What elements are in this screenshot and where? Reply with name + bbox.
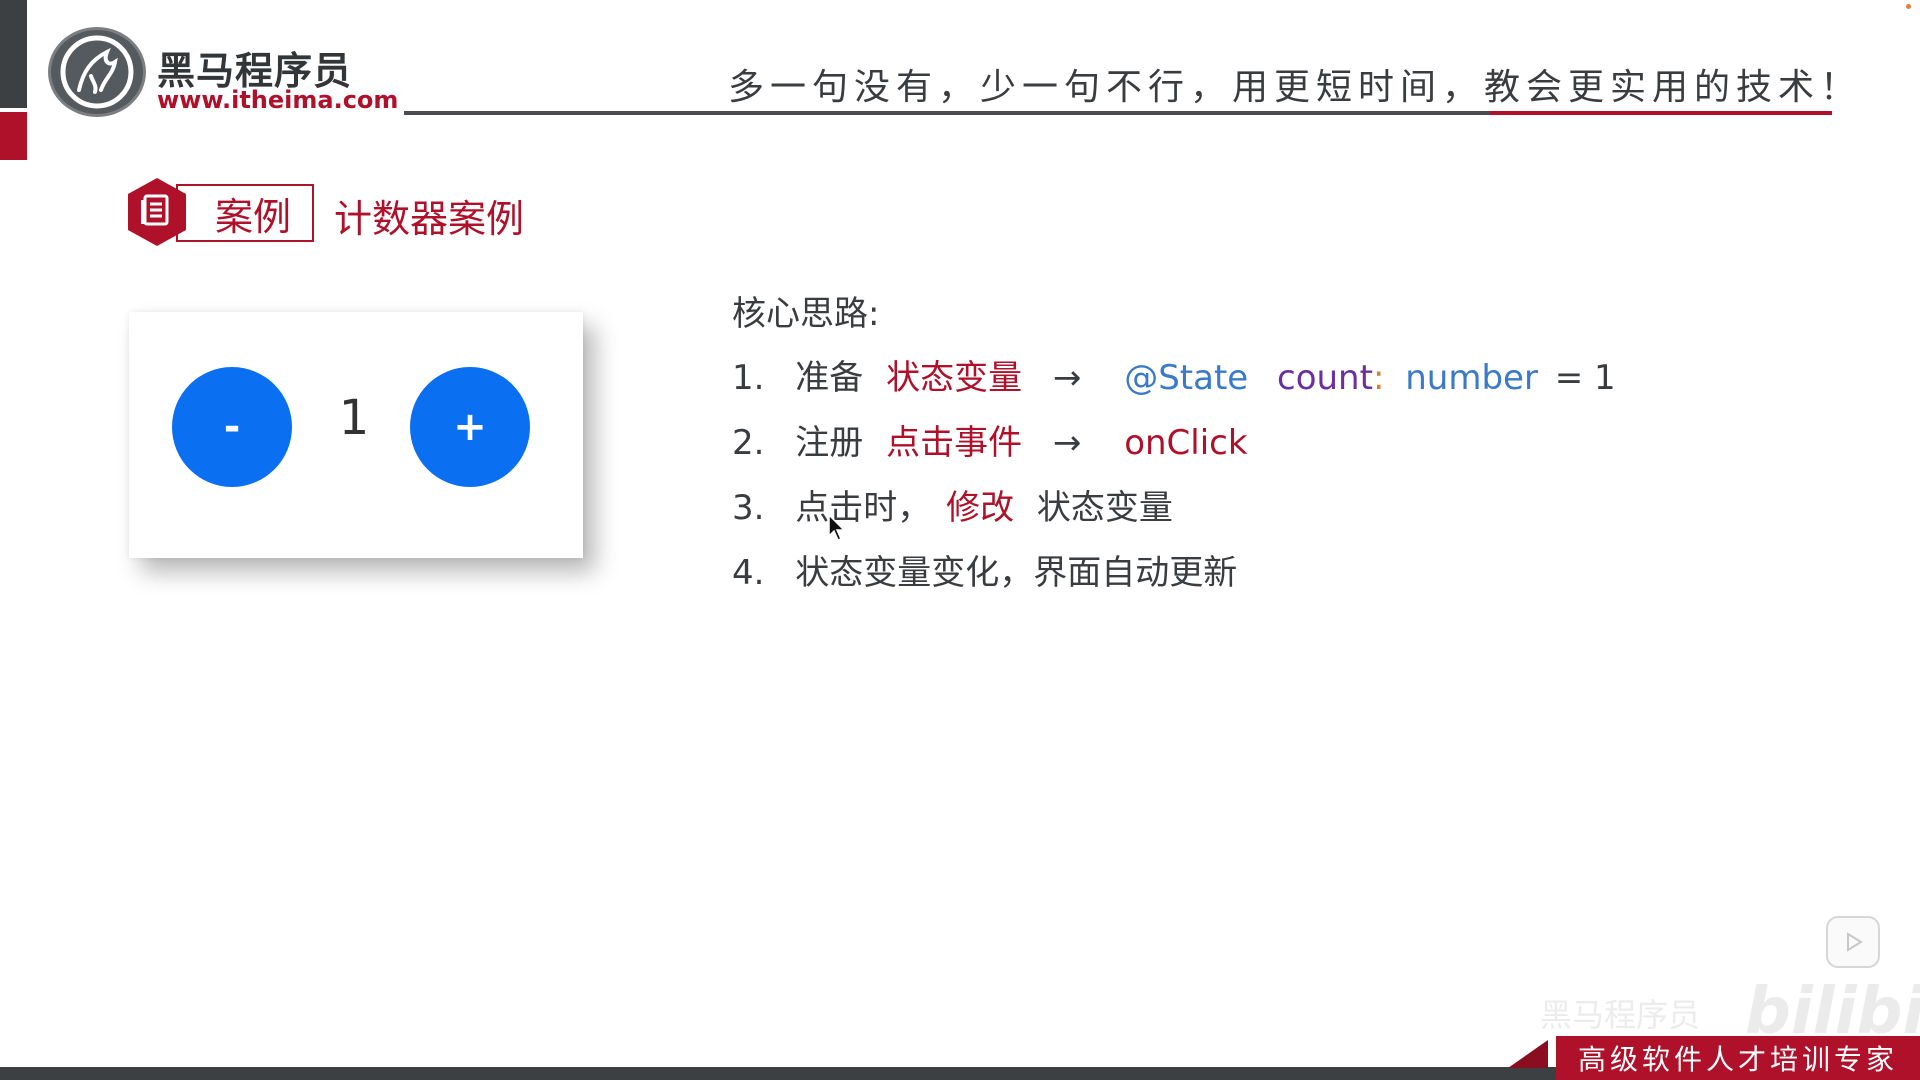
item-highlight: 修改 <box>946 488 1015 528</box>
counter-card: - 1 + <box>129 312 583 558</box>
footer-banner-corner <box>1508 1040 1548 1068</box>
code-handler: onClick <box>1124 423 1248 463</box>
item-number: 3. <box>732 488 765 528</box>
item-highlight: 状态变量 <box>886 358 1023 398</box>
item-suffix: 状态变量 <box>1036 488 1173 528</box>
arrow-right-icon: → <box>1052 423 1082 463</box>
play-icon[interactable] <box>1826 916 1880 968</box>
item-number: 2. <box>732 423 765 463</box>
header-slogan: 多一句没有，少一句不行，用更短时间，教会更实用的技术！ <box>728 67 1863 108</box>
case-tag: 案例 <box>176 184 314 242</box>
header-divider-accent <box>1490 111 1832 115</box>
core-idea-title: 核心思路: <box>732 294 880 334</box>
increment-button[interactable]: + <box>410 367 530 487</box>
decrement-button[interactable]: - <box>172 367 292 487</box>
arrow-right-icon: → <box>1052 358 1082 398</box>
case-tag-label: 案例 <box>214 194 291 239</box>
code-decorator: @State <box>1124 358 1249 398</box>
footer-banner: 高级软件人才培训专家 <box>1556 1036 1920 1080</box>
core-item-3: 3. 点击时， 修改 状态变量 <box>732 480 1173 529</box>
watermark-text: 黑马程序员 <box>1540 996 1701 1034</box>
item-number: 1. <box>732 358 765 398</box>
notification-dot <box>1906 4 1911 9</box>
horse-logo-icon <box>48 27 146 117</box>
code-type: number <box>1405 358 1538 398</box>
code-variable: count <box>1277 358 1373 398</box>
item-prefix: 准备 <box>795 358 864 398</box>
mouse-cursor-icon <box>828 514 846 541</box>
logo-url: www.itheima.com <box>157 86 399 114</box>
counter-value: 1 <box>338 390 370 446</box>
item-highlight: 点击事件 <box>886 423 1023 463</box>
item-prefix: 注册 <box>795 423 864 463</box>
code-assign: = 1 <box>1554 358 1616 398</box>
left-edge-accent <box>0 112 27 160</box>
core-item-4: 4. 状态变量变化，界面自动更新 <box>732 545 1237 594</box>
code-colon: : <box>1372 358 1385 398</box>
left-edge-strip <box>0 0 27 108</box>
footer-banner-text: 高级软件人才培训专家 <box>1577 1043 1898 1076</box>
case-title: 计数器案例 <box>334 197 525 241</box>
core-item-2: 2. 注册 点击事件 → onClick <box>732 415 1248 464</box>
item-number: 4. <box>732 553 765 593</box>
item-prefix: 点击时， <box>795 488 932 528</box>
item-text: 状态变量变化，界面自动更新 <box>795 553 1238 593</box>
core-item-1: 1. 准备 状态变量 → @State count: number = 1 <box>732 350 1616 399</box>
